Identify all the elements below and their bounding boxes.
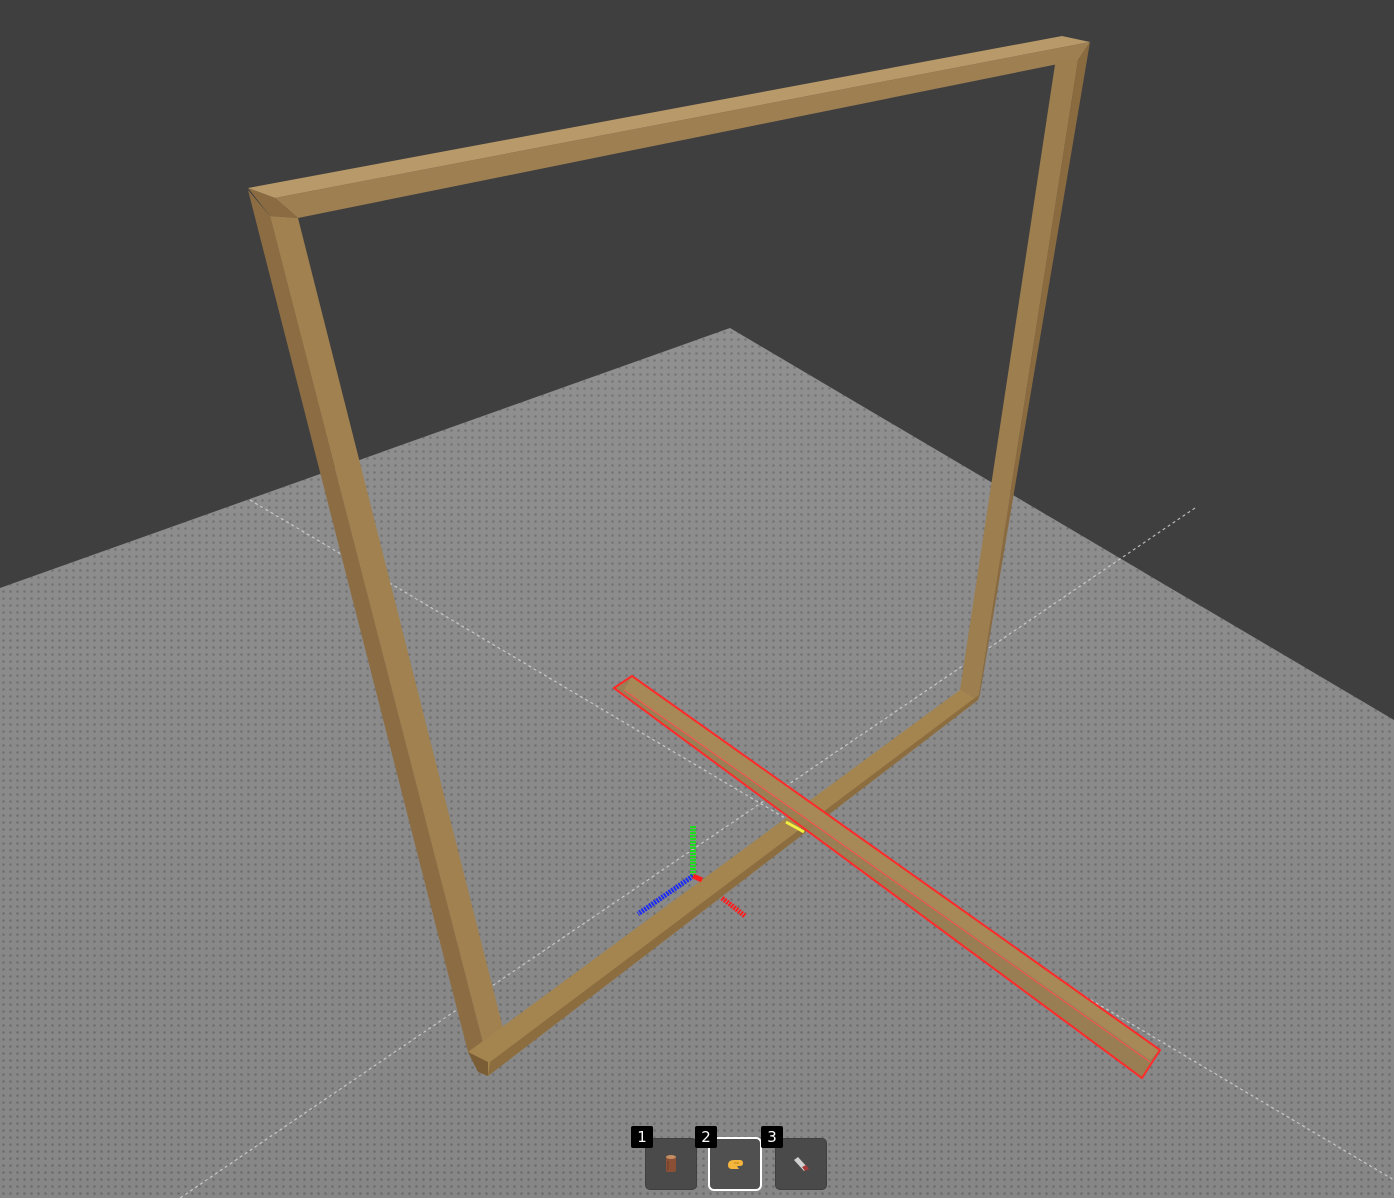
hotbar-slot-1[interactable]: 1	[631, 1126, 697, 1190]
floor-grid	[0, 328, 1394, 1198]
slot-number: 1	[631, 1126, 653, 1148]
saw-icon	[794, 1157, 809, 1171]
slot-number: 3	[761, 1126, 783, 1148]
frame-top-beam[interactable]	[248, 36, 1090, 218]
slot-number: 2	[695, 1126, 717, 1148]
hand-grab-icon	[728, 1160, 743, 1169]
tool-hotbar: 1 2 3	[631, 1126, 832, 1194]
log-icon	[666, 1155, 676, 1172]
3d-viewport[interactable]	[0, 0, 1394, 1198]
hotbar-slot-2[interactable]: 2	[695, 1126, 762, 1191]
hotbar-slot-3[interactable]: 3	[761, 1126, 827, 1190]
